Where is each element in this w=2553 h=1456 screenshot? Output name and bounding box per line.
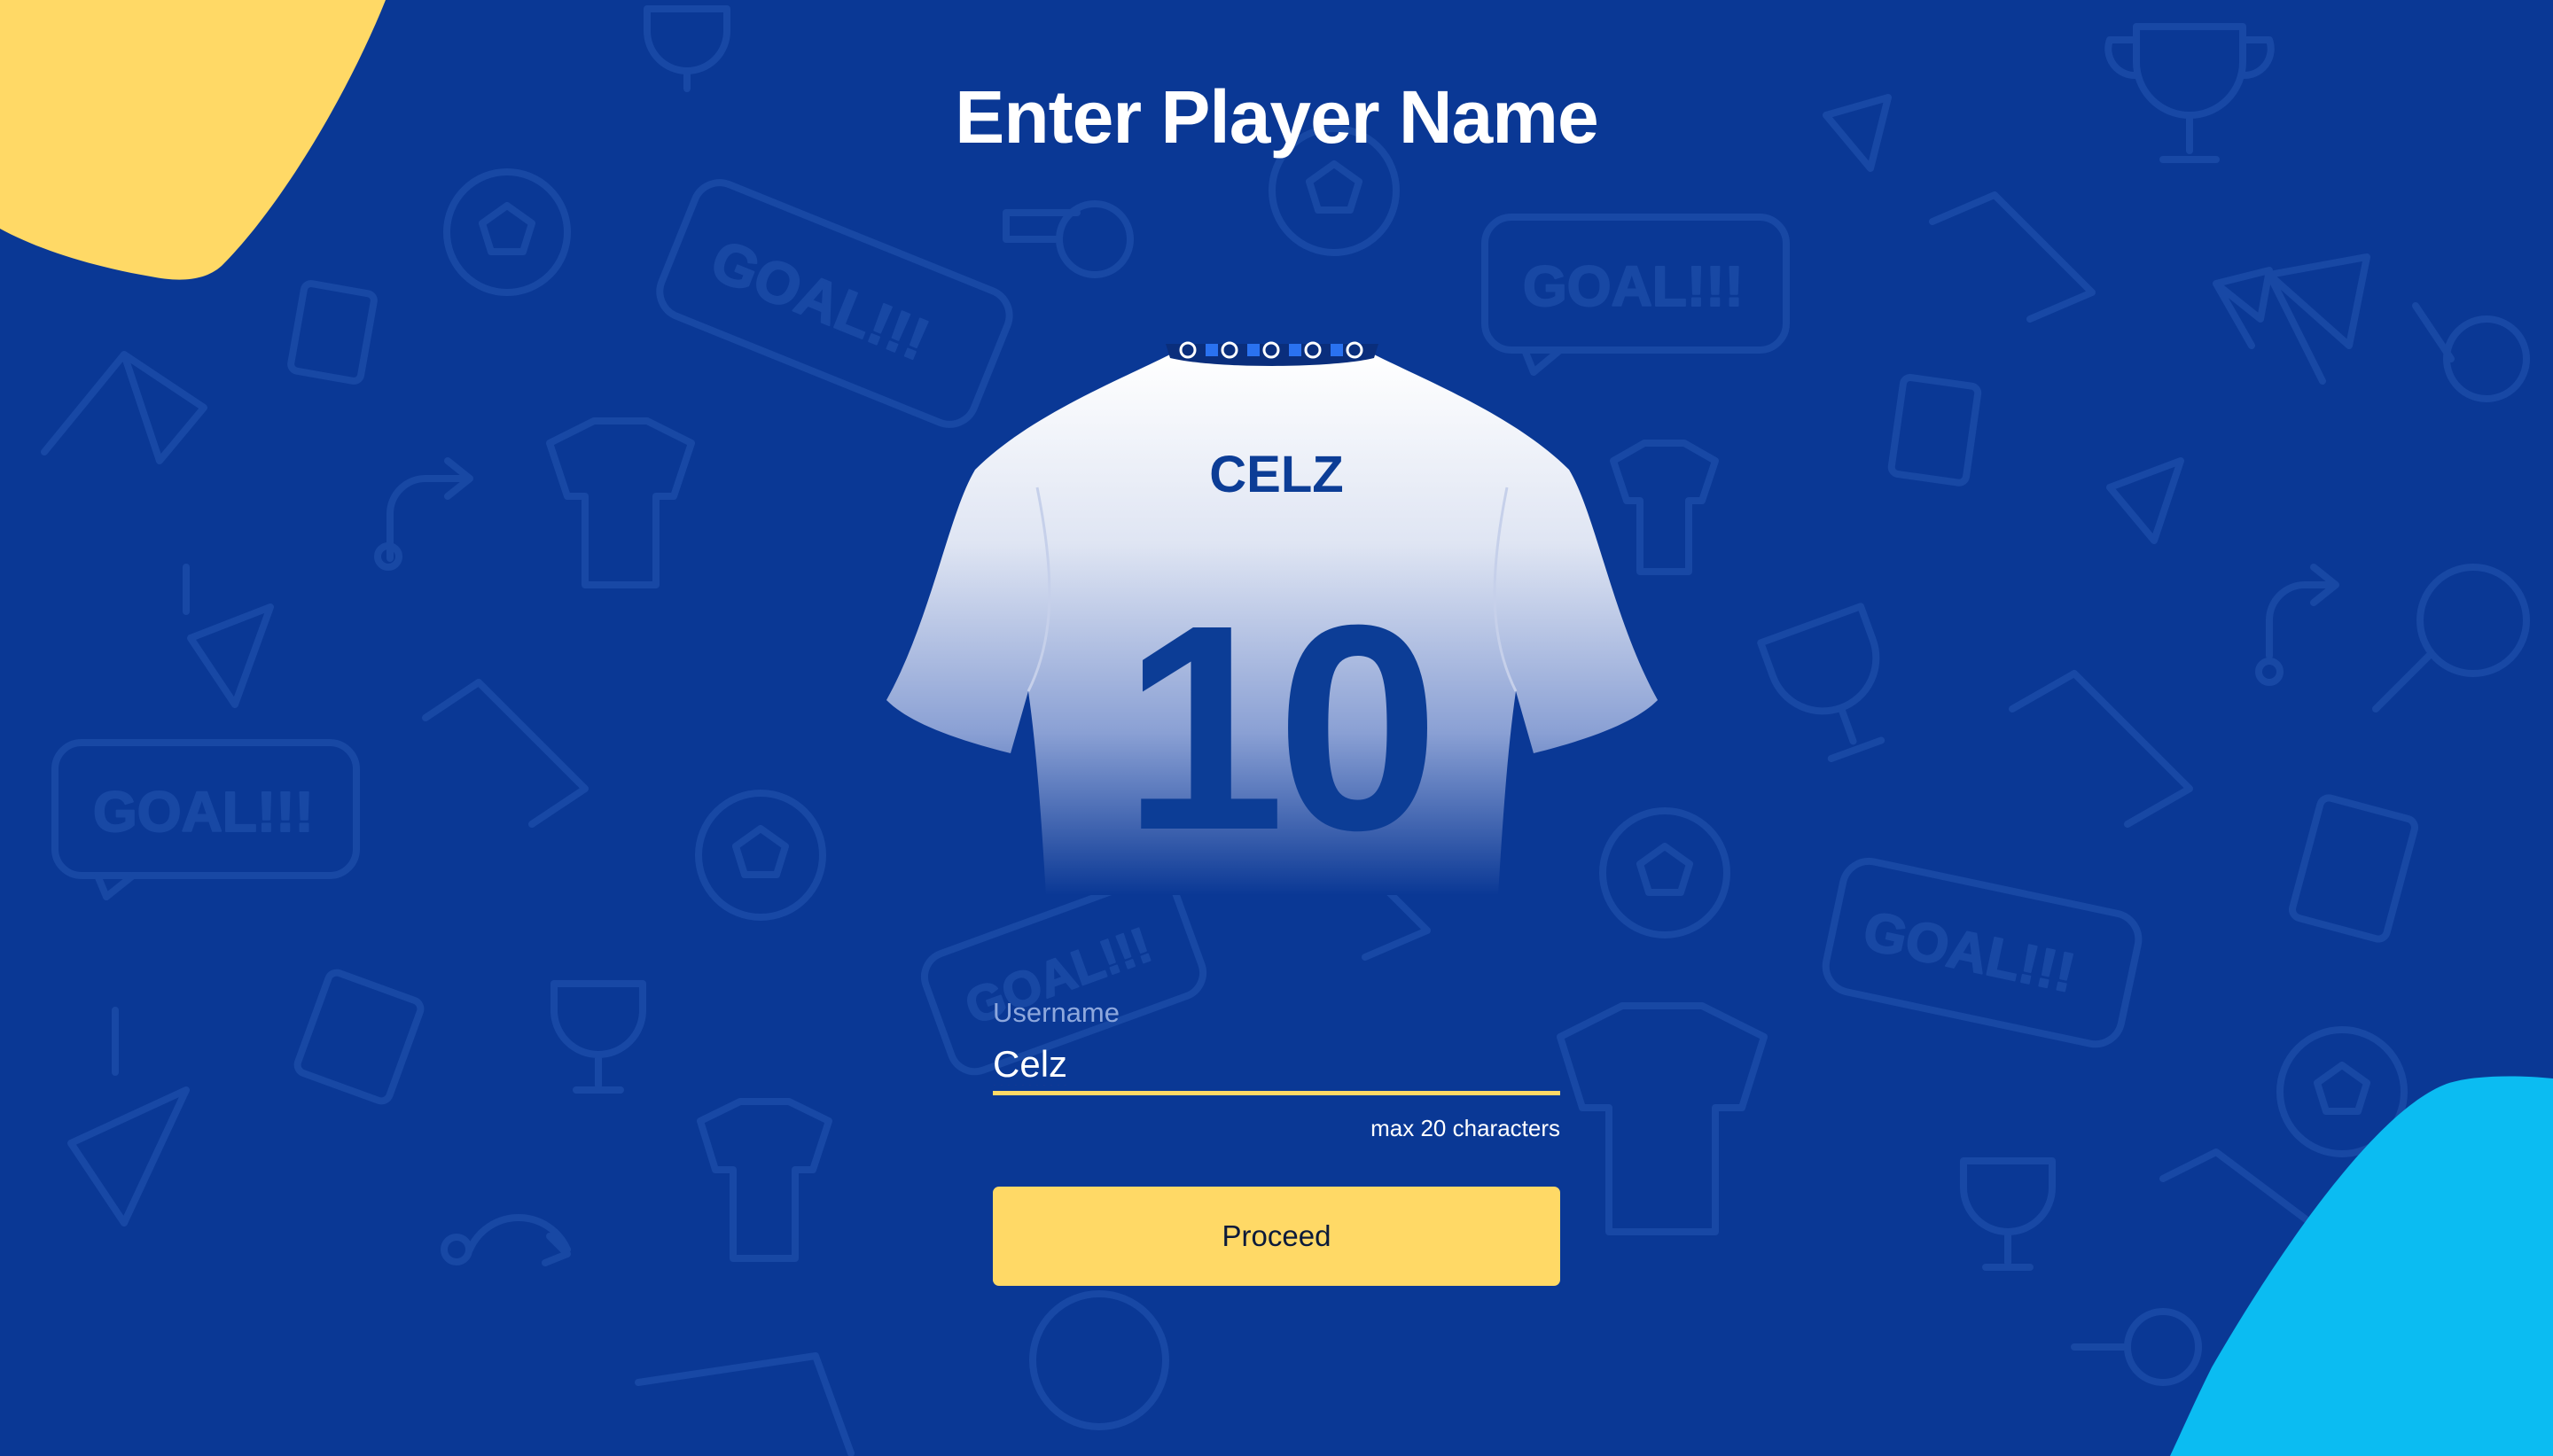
corner-blob-cyan bbox=[2170, 1076, 2553, 1456]
dot-icon bbox=[2255, 658, 2284, 686]
trophy-icon bbox=[550, 980, 646, 1094]
whistle-icon bbox=[2372, 564, 2530, 712]
curved-arrow-icon bbox=[2266, 564, 2339, 659]
goal-net-icon bbox=[635, 1352, 855, 1456]
goal-bubble-icon: GOAL!!! bbox=[1822, 857, 2143, 1048]
whistle-icon bbox=[1003, 200, 1134, 278]
goal-bubble-icon: GOAL!!! bbox=[51, 739, 360, 900]
goal-net-icon bbox=[422, 679, 589, 828]
card-icon bbox=[287, 280, 378, 385]
corner-flag-icon bbox=[2266, 253, 2370, 385]
whistle-icon bbox=[2412, 302, 2530, 402]
card-icon bbox=[2289, 794, 2418, 943]
dot-icon bbox=[441, 1234, 472, 1265]
character-limit-hint: max 20 characters bbox=[1370, 1115, 1560, 1141]
svg-text:GOAL!!!: GOAL!!! bbox=[1523, 254, 1744, 318]
trophy-icon bbox=[1960, 1157, 2056, 1271]
card-icon bbox=[1887, 374, 1982, 487]
goal-net-icon bbox=[1929, 191, 2096, 323]
curved-arrow-icon bbox=[386, 457, 473, 562]
corner-flag-icon bbox=[2213, 267, 2273, 349]
shirt-icon bbox=[1557, 1002, 1768, 1235]
jersey-name: CELZ bbox=[1209, 446, 1343, 503]
corner-flag-icon bbox=[41, 351, 207, 464]
trophy-icon bbox=[1757, 603, 1885, 763]
username-form: Username max 20 characters Proceed bbox=[993, 997, 1560, 1286]
megaphone-icon bbox=[183, 564, 274, 708]
soccer-ball-icon bbox=[695, 790, 826, 921]
proceed-button[interactable]: Proceed bbox=[993, 1187, 1560, 1286]
svg-text:GOAL!!!: GOAL!!! bbox=[93, 780, 314, 844]
svg-text:GOAL!!!: GOAL!!! bbox=[1858, 900, 2080, 1005]
card-icon bbox=[293, 969, 425, 1105]
shirt-icon bbox=[697, 1098, 832, 1262]
soccer-ball-icon bbox=[1029, 1290, 1169, 1430]
username-label: Username bbox=[993, 997, 1120, 1028]
soccer-ball-icon bbox=[443, 168, 571, 296]
shirt-icon bbox=[546, 417, 695, 588]
curved-arrow-icon bbox=[466, 1213, 571, 1266]
megaphone-icon bbox=[2106, 457, 2184, 544]
username-input[interactable] bbox=[993, 1043, 1560, 1086]
goal-net-icon bbox=[2009, 670, 2193, 828]
username-field-wrapper bbox=[993, 1043, 1560, 1095]
jersey-number: 10 bbox=[1122, 564, 1430, 891]
megaphone-icon bbox=[67, 1007, 190, 1226]
page-title: Enter Player Name bbox=[955, 75, 1598, 159]
jersey-preview: CELZ 10 bbox=[878, 328, 1667, 895]
